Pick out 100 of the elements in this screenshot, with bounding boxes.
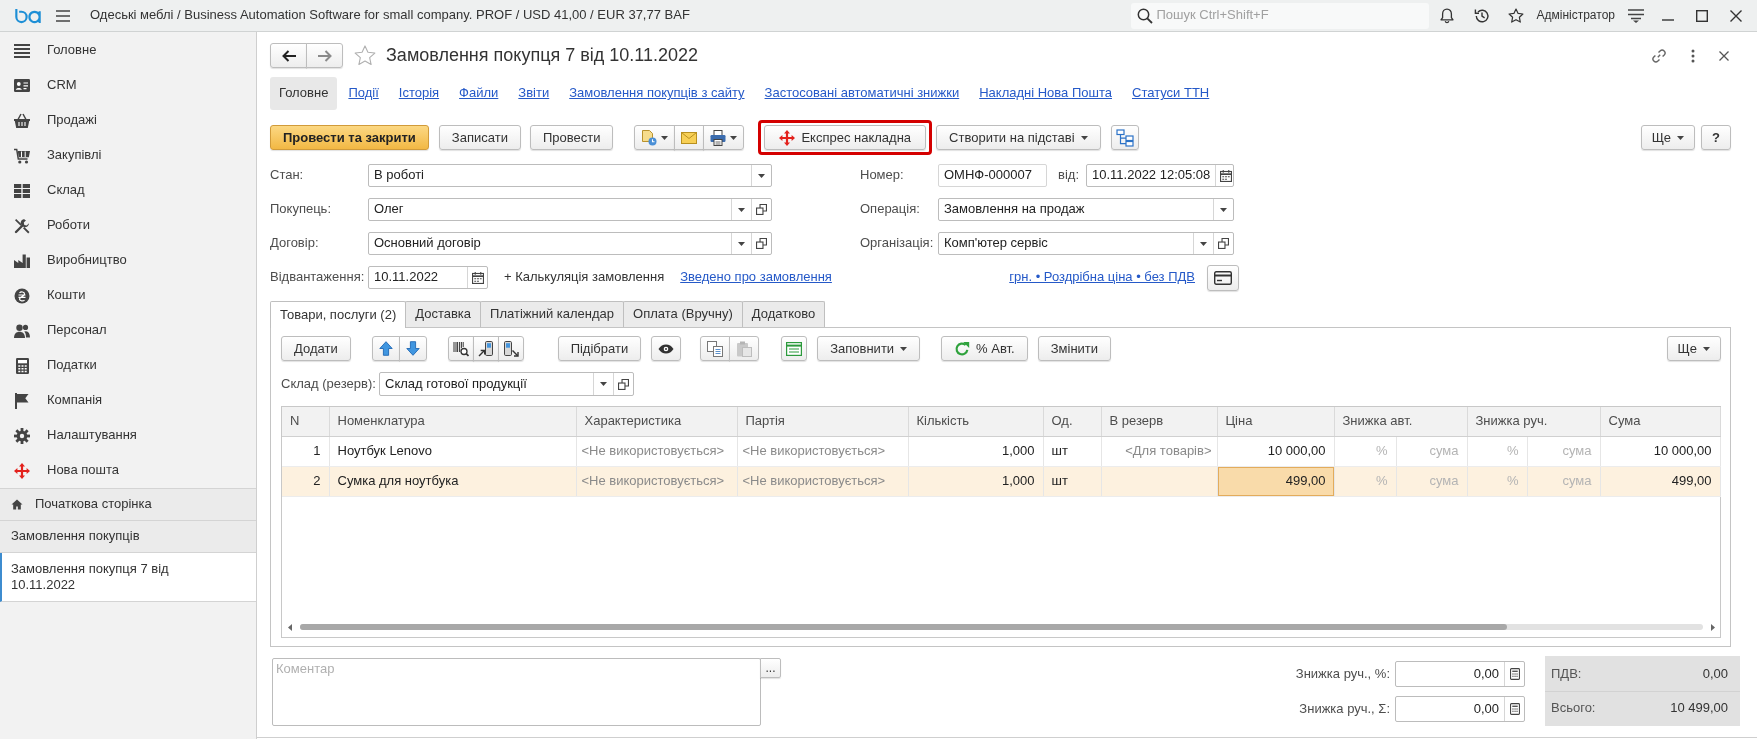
- caret-icon[interactable]: [758, 173, 765, 178]
- sidebar-item[interactable]: Нова пошта: [0, 453, 256, 488]
- fill-button[interactable]: Заповнити: [817, 336, 921, 361]
- structure-button[interactable]: [1110, 125, 1139, 150]
- tab[interactable]: Додатково: [741, 301, 826, 327]
- column-header[interactable]: Од.: [1043, 407, 1101, 436]
- help-button[interactable]: ?: [1701, 125, 1731, 150]
- tab[interactable]: Товари, послуги (2): [270, 301, 407, 328]
- overlapping-squares-icon[interactable]: [1218, 238, 1229, 249]
- table-row[interactable]: 2 Сумка для ноутбука <Не використовується> <Не використовується> 1,000 шт 499,00 % сума % сума 499,00: [282, 466, 1720, 496]
- comment-field[interactable]: Коментар: [272, 658, 761, 726]
- section-link[interactable]: Події: [339, 85, 388, 102]
- sidebar-item[interactable]: Виробництво: [0, 243, 256, 278]
- calendar-icon[interactable]: [471, 271, 484, 284]
- auto-discount-button[interactable]: % Авт.: [941, 336, 1028, 361]
- column-header[interactable]: Сума: [1600, 407, 1720, 436]
- column-header[interactable]: В резерв: [1101, 407, 1217, 436]
- column-header[interactable]: Партія: [737, 407, 908, 436]
- shipment-date-field[interactable]: 10.11.2022: [368, 266, 488, 289]
- open-window-item[interactable]: Замовлення покупця 7 від 10.11.2022: [0, 553, 256, 602]
- section-link[interactable]: Звіти: [509, 85, 559, 102]
- post-button[interactable]: Провести: [529, 125, 614, 150]
- section-link[interactable]: Файли: [450, 85, 508, 102]
- column-header[interactable]: Характеристика: [576, 407, 737, 436]
- organization-field[interactable]: Комп'ютер сервіс: [938, 232, 1234, 255]
- sidebar-item[interactable]: Роботи: [0, 208, 256, 243]
- print-button[interactable]: [703, 125, 745, 150]
- more-button[interactable]: Ще: [1640, 125, 1696, 150]
- overlapping-squares-icon[interactable]: [618, 378, 629, 390]
- section-link[interactable]: Накладні Нова Пошта: [970, 85, 1121, 102]
- operation-field[interactable]: Замовлення на продаж: [938, 198, 1234, 221]
- sidebar-item[interactable]: CRM: [0, 68, 256, 103]
- user-name[interactable]: Адміністратор: [1536, 8, 1615, 23]
- sidebar-item[interactable]: Головне: [0, 33, 256, 68]
- bell-icon[interactable]: [1439, 7, 1456, 24]
- price-settings-link[interactable]: грн. • Роздрібна ціна • без ПДВ: [1009, 269, 1195, 286]
- create-based-on-button[interactable]: Створити на підставі: [936, 125, 1101, 150]
- copy-button[interactable]: [700, 336, 731, 361]
- create-document-button[interactable]: [634, 125, 676, 150]
- view-button[interactable]: [651, 336, 682, 361]
- sidebar-item[interactable]: Закупівлі: [0, 138, 256, 173]
- star-icon[interactable]: [354, 45, 376, 66]
- close-icon[interactable]: [1730, 9, 1742, 22]
- add-button[interactable]: Додати: [281, 336, 351, 361]
- warehouse-field[interactable]: Склад готової продукції: [379, 372, 634, 396]
- overlapping-squares-icon[interactable]: [756, 238, 767, 249]
- sidebar-item[interactable]: Персонал: [0, 313, 256, 348]
- minimize-icon[interactable]: [1662, 18, 1674, 21]
- section-link[interactable]: Замовлення покупців з сайту: [560, 85, 754, 102]
- barcode-search-button[interactable]: [447, 336, 474, 361]
- calculator-icon[interactable]: [1509, 668, 1520, 680]
- calendar-icon[interactable]: [1219, 169, 1232, 182]
- search-bar[interactable]: Пошук Ctrl+Shift+F: [1131, 2, 1430, 29]
- column-header[interactable]: Номенклатура: [329, 407, 576, 436]
- comment-select-button[interactable]: ...: [760, 658, 781, 678]
- caret-icon[interactable]: [600, 382, 607, 386]
- status-field[interactable]: В роботі: [368, 164, 772, 187]
- more-button[interactable]: Ще: [1666, 336, 1721, 361]
- horizontal-scrollbar[interactable]: [288, 622, 1715, 632]
- maximize-icon[interactable]: [1696, 9, 1708, 22]
- summary-link[interactable]: Зведено про замовлення: [680, 269, 832, 286]
- tab[interactable]: Оплата (Вручну): [623, 301, 743, 327]
- manual-discount-field[interactable]: 0,00: [1395, 696, 1525, 722]
- pick-button[interactable]: Підібрати: [557, 336, 642, 361]
- tab[interactable]: Доставка: [405, 301, 482, 327]
- sidebar-item[interactable]: Податки: [0, 348, 256, 383]
- number-field[interactable]: ОМНФ-000007: [938, 164, 1047, 187]
- customer-field[interactable]: Олег: [368, 198, 772, 221]
- section-link[interactable]: Застосовані автоматичні знижки: [755, 85, 969, 102]
- scanner-in-button[interactable]: [472, 336, 499, 361]
- tab[interactable]: Платіжний календар: [480, 301, 625, 327]
- section-link[interactable]: Історія: [389, 85, 449, 102]
- save-button[interactable]: Записати: [438, 125, 521, 150]
- caret-icon[interactable]: [1220, 207, 1227, 212]
- calculator-icon[interactable]: [1509, 703, 1520, 715]
- sidebar-item[interactable]: Продажі: [0, 103, 256, 138]
- column-header[interactable]: Ціна: [1217, 407, 1334, 436]
- price-settings-button[interactable]: [1207, 264, 1239, 291]
- move-up-button[interactable]: [371, 336, 400, 361]
- date-field[interactable]: 10.11.2022 12:05:08: [1086, 164, 1234, 187]
- sidebar-item[interactable]: Компанія: [0, 383, 256, 418]
- column-header[interactable]: Знижка руч.: [1467, 407, 1600, 436]
- manual-discount-field[interactable]: 0,00: [1395, 661, 1525, 687]
- overlapping-squares-icon[interactable]: [756, 204, 767, 215]
- sidebar-item[interactable]: Кошти: [0, 278, 256, 313]
- column-header[interactable]: Кількість: [908, 407, 1043, 436]
- star-icon[interactable]: [1508, 7, 1525, 24]
- move-down-button[interactable]: [398, 336, 427, 361]
- column-header[interactable]: N: [282, 407, 329, 436]
- lines-menu-icon[interactable]: [1628, 8, 1644, 23]
- express-waybill-button[interactable]: Експрес накладна: [764, 125, 927, 150]
- open-window-item[interactable]: Замовлення покупців: [0, 521, 256, 553]
- table-row[interactable]: 1 Ноутбук Lenovo <Не використовується> <Не використовується> 1,000 шт <Для товарів> 10 000,00 % сума % сума 10 000,00: [282, 436, 1720, 466]
- contract-field[interactable]: Основний договір: [368, 232, 772, 255]
- scroll-right-icon[interactable]: [1711, 623, 1715, 631]
- scroll-left-icon[interactable]: [288, 623, 292, 631]
- column-header[interactable]: Знижка авт.: [1334, 407, 1467, 436]
- section-link[interactable]: Статуси ТТН: [1123, 85, 1219, 102]
- close-icon[interactable]: [1719, 50, 1729, 61]
- caret-icon[interactable]: [1200, 241, 1207, 246]
